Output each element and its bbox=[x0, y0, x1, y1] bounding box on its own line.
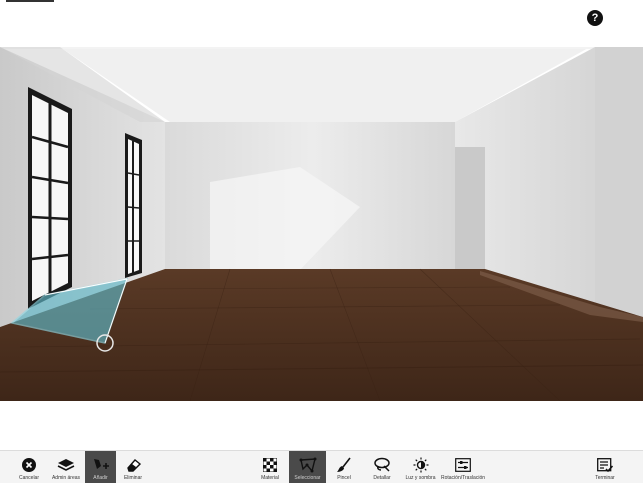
add-label: Añadir bbox=[93, 475, 108, 481]
rotation-translation-button[interactable]: Rotación/Traslación bbox=[441, 451, 485, 483]
delete-button[interactable]: Eliminar bbox=[118, 451, 148, 483]
admin-areas-button[interactable]: Admin áreas bbox=[50, 451, 82, 483]
select-button[interactable]: Seleccionar bbox=[289, 451, 326, 483]
finish-button[interactable]: Terminar bbox=[592, 451, 618, 483]
finish-icon bbox=[595, 455, 615, 475]
help-button[interactable]: ? bbox=[587, 10, 603, 26]
polygon-select-icon bbox=[298, 455, 318, 475]
eraser-icon bbox=[123, 455, 143, 475]
top-indicator-line bbox=[6, 0, 54, 2]
detail-label: Detallar bbox=[373, 475, 391, 481]
bottom-toolbar: Cancelar Admin áreas Añadir Eliminar Mat… bbox=[0, 450, 643, 483]
delete-label: Eliminar bbox=[123, 475, 143, 481]
add-button[interactable]: Añadir bbox=[85, 451, 116, 483]
admin-areas-label: Admin áreas bbox=[51, 475, 81, 481]
detail-button[interactable]: Detallar bbox=[368, 451, 396, 483]
cancel-label: Cancelar bbox=[18, 475, 39, 481]
brush-button[interactable]: Pincel bbox=[330, 451, 358, 483]
room-image bbox=[0, 47, 643, 401]
brush-label: Pincel bbox=[337, 475, 351, 481]
select-label: Seleccionar bbox=[294, 475, 321, 481]
light-shadow-button[interactable]: Luz y sombra bbox=[403, 451, 438, 483]
toolbar-spacer bbox=[0, 401, 643, 450]
brush-icon bbox=[334, 455, 354, 475]
layers-icon bbox=[56, 455, 76, 475]
top-bar: ? bbox=[0, 0, 643, 47]
finish-label: Terminar bbox=[595, 475, 615, 481]
close-circle-icon bbox=[19, 455, 39, 475]
cancel-button[interactable]: Cancelar bbox=[14, 451, 44, 483]
material-button[interactable]: Material bbox=[256, 451, 284, 483]
lasso-icon bbox=[372, 455, 392, 475]
rotation-translation-label: Rotación/Traslación bbox=[441, 475, 486, 481]
material-label: Material bbox=[261, 475, 279, 481]
checkerboard-icon bbox=[260, 455, 280, 475]
sliders-icon bbox=[453, 455, 473, 475]
light-shadow-label: Luz y sombra bbox=[405, 475, 436, 481]
room-scene[interactable] bbox=[0, 47, 643, 401]
sun-icon bbox=[411, 455, 431, 475]
add-area-icon bbox=[91, 455, 111, 475]
